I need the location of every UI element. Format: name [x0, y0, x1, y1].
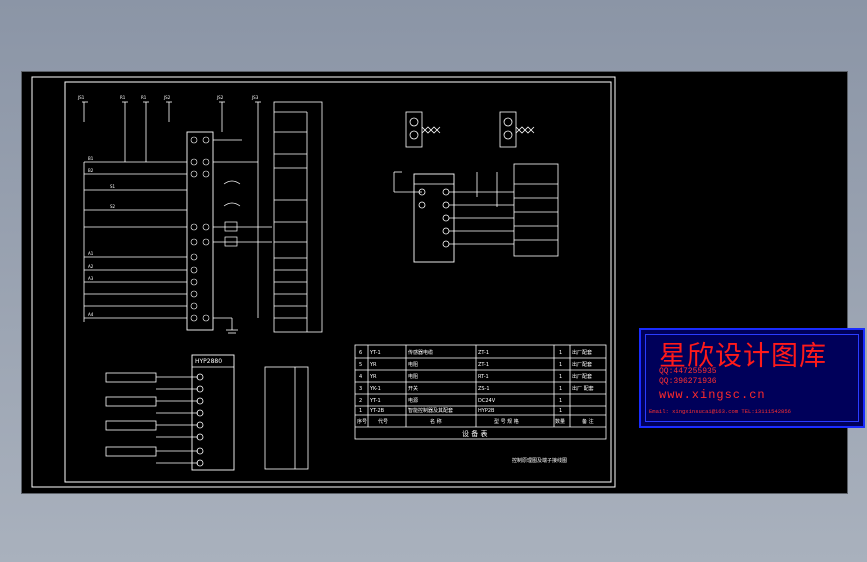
top-terminal-labels: JS1 R1 R1 JS2 JS2 JS3 — [77, 95, 259, 100]
row-code-2: YR — [369, 362, 377, 368]
row-name-5: 电源 — [408, 397, 418, 404]
row-qty-5: 1 — [559, 398, 562, 404]
lower-input-lines — [105, 372, 204, 467]
lower-terminal-block — [191, 354, 235, 471]
function-label-table — [273, 101, 323, 333]
row-spec-4: ZS-1 — [478, 386, 490, 392]
contact-label-5: A1 — [88, 251, 94, 256]
row-note-4: 出厂 配套 — [572, 385, 594, 392]
header-qty: 数量 — [555, 418, 565, 425]
watermark-footer: Email: xingxinsucai@163.com TEL:13111542… — [649, 408, 791, 415]
terminal-label-2: R1 — [120, 95, 126, 100]
controller-terminals — [190, 136, 210, 322]
watermark-panel: 星欣设计图库 QQ:447255935 QQ:396271936 www.xin… — [639, 328, 865, 428]
terminal-label-5: JS2 — [216, 95, 224, 100]
terminal-label-6: JS3 — [251, 95, 259, 100]
right-function-table — [513, 163, 559, 257]
table-title: 设 备 表 — [462, 429, 487, 438]
row-spec-1: ZT-1 — [478, 350, 489, 356]
contact-label-1: B1 — [88, 156, 94, 161]
row-qty-6: 1 — [559, 408, 562, 414]
watermark-url[interactable]: www.xingsc.cn — [659, 388, 766, 402]
row-note-2: 出厂配套 — [572, 361, 592, 368]
footer-caption: 控制原理图及端子接线图 — [512, 457, 567, 464]
left-contact-labels: B1 B2 S1 S2 A1 A2 A3 A4 — [88, 156, 116, 317]
controller-output-lines — [213, 139, 272, 334]
contact-label-7: A3 — [88, 276, 94, 281]
row-no-5: 2 — [359, 398, 362, 404]
contact-label-6: A2 — [88, 264, 94, 269]
row-no-1: 6 — [359, 350, 362, 356]
row-code-6: YT-2B — [369, 408, 385, 414]
row-no-2: 5 — [359, 362, 362, 368]
contact-label-3: S1 — [110, 184, 116, 189]
branch-lines — [84, 161, 187, 319]
row-name-4: 开关 — [408, 385, 418, 392]
drawing-viewport: JS1 R1 R1 JS2 JS2 JS3 B1 B2 S1 S2 A1 A2 … — [21, 71, 865, 494]
row-code-1: YT-1 — [369, 350, 381, 356]
row-spec-2: ZT-1 — [478, 362, 489, 368]
row-code-4: YK-1 — [369, 386, 381, 392]
sensor-symbols — [405, 111, 535, 148]
terminal-label-4: JS2 — [163, 95, 171, 100]
row-code-3: YR — [369, 374, 377, 380]
row-note-1: 出厂配套 — [572, 349, 592, 356]
equipment-table — [354, 344, 607, 440]
terminal-label-1: JS1 — [77, 95, 85, 100]
equipment-table-text: 6 YT-1 传感器电缆 ZT-1 1 出厂配套 5 YR 电阻 ZT-1 1 … — [357, 349, 594, 464]
row-name-2: 电阻 — [408, 361, 418, 368]
row-name-3: 电阻 — [408, 373, 418, 380]
row-no-4: 3 — [359, 386, 362, 392]
row-note-3: 出厂配套 — [572, 373, 592, 380]
row-code-5: YT-1 — [369, 398, 381, 404]
header-note: 备 注 — [582, 418, 594, 425]
header-name: 名 称 — [430, 418, 442, 425]
electrical-schematic: JS1 R1 R1 JS2 JS2 JS3 B1 B2 S1 S2 A1 A2 … — [31, 76, 616, 488]
row-name-1: 传感器电缆 — [408, 349, 433, 356]
row-no-3: 4 — [359, 374, 362, 380]
watermark-qq2: QQ:396271936 — [659, 377, 717, 386]
row-spec-5: DC24V — [478, 398, 496, 404]
row-no-6: 1 — [359, 408, 362, 414]
terminal-label-3: R1 — [141, 95, 147, 100]
row-qty-2: 1 — [559, 362, 562, 368]
row-name-6: 智能控制器及其配套 — [408, 407, 453, 414]
contact-label-2: B2 — [88, 168, 94, 173]
relay-symbols — [223, 180, 241, 247]
right-function-rows — [514, 183, 558, 241]
row-spec-3: RT-1 — [478, 374, 489, 380]
lower-label-table — [264, 366, 309, 470]
top-terminal-group — [82, 101, 261, 322]
contact-label-8: A4 — [88, 312, 94, 317]
row-qty-1: 1 — [559, 350, 562, 356]
lower-block-label: HYP2880 — [195, 358, 222, 365]
row-spec-6: HYP2B — [478, 408, 495, 414]
contact-label-4: S2 — [110, 204, 116, 209]
right-controller-block — [413, 173, 455, 263]
header-code: 代号 — [378, 418, 388, 425]
row-qty-3: 1 — [559, 374, 562, 380]
row-qty-4: 1 — [559, 386, 562, 392]
watermark-qq1: QQ:447255935 — [659, 367, 717, 376]
header-spec: 型 号 规 格 — [494, 418, 519, 425]
header-no: 序号 — [357, 418, 367, 425]
